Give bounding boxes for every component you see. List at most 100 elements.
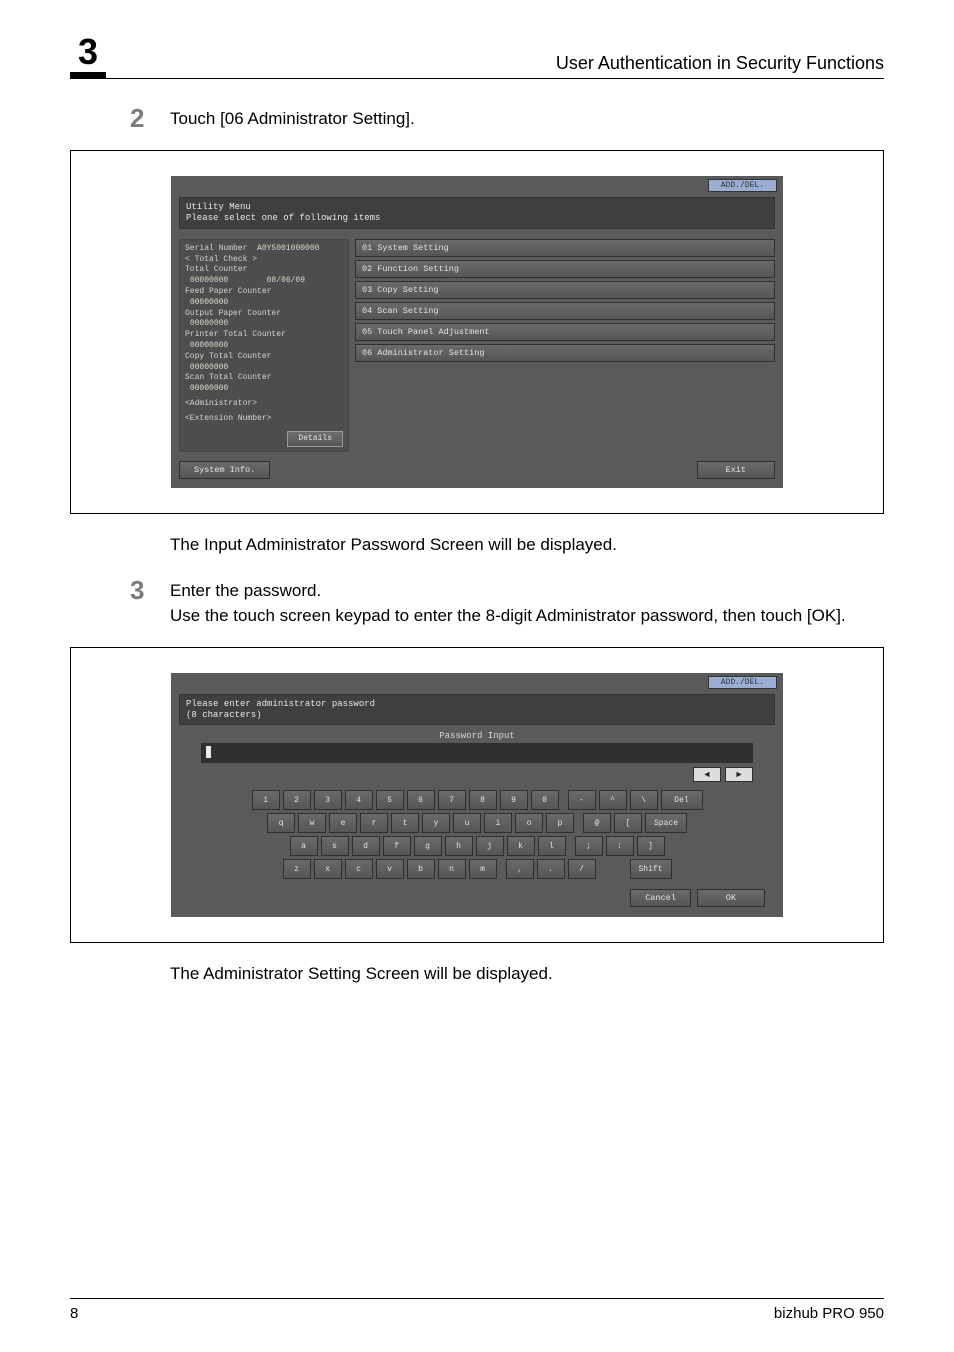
step-text: Enter the password. Use the touch screen… [170, 576, 846, 629]
key-3[interactable]: 3 [314, 790, 342, 810]
key-shift[interactable]: Shift [630, 859, 672, 879]
date-value: 08/06/09 [267, 276, 305, 285]
page-footer: 8 bizhub PRO 950 [70, 1298, 884, 1322]
key-[interactable]: - [568, 790, 596, 810]
key-i[interactable]: i [484, 813, 512, 833]
key-d[interactable]: d [352, 836, 380, 856]
key-5[interactable]: 5 [376, 790, 404, 810]
touch-panel: ADD./DEL. Utility Menu Please select one… [171, 176, 783, 488]
key-del[interactable]: Del [661, 790, 703, 810]
key-p[interactable]: p [546, 813, 574, 833]
key-2[interactable]: 2 [283, 790, 311, 810]
page-number: 8 [70, 1305, 78, 1322]
key-[interactable]: : [606, 836, 634, 856]
serial-label: Serial Number [185, 244, 247, 253]
cancel-button[interactable]: Cancel [630, 889, 691, 907]
copy-label: Copy Total Counter [185, 352, 343, 363]
key-y[interactable]: y [422, 813, 450, 833]
total-counter-label: Total Counter [185, 265, 343, 276]
details-button[interactable]: Details [287, 431, 343, 448]
password-field[interactable] [201, 743, 753, 763]
scan-value: 00000000 [190, 384, 228, 393]
total-counter-value: 00000000 [190, 276, 228, 285]
key-s[interactable]: s [321, 836, 349, 856]
menu-copy-setting[interactable]: 03 Copy Setting [355, 281, 775, 299]
key-r[interactable]: r [360, 813, 388, 833]
key-k[interactable]: k [507, 836, 535, 856]
key-n[interactable]: n [438, 859, 466, 879]
key-[interactable]: [ [614, 813, 642, 833]
key-c[interactable]: c [345, 859, 373, 879]
scan-label: Scan Total Counter [185, 373, 343, 384]
menu-scan-setting[interactable]: 04 Scan Setting [355, 302, 775, 320]
key-b[interactable]: b [407, 859, 435, 879]
key-v[interactable]: v [376, 859, 404, 879]
key-[interactable]: ^ [599, 790, 627, 810]
key-7[interactable]: 7 [438, 790, 466, 810]
key-8[interactable]: 8 [469, 790, 497, 810]
key-h[interactable]: h [445, 836, 473, 856]
key-0[interactable]: 0 [531, 790, 559, 810]
step-2: 2 Touch [06 Administrator Setting]. [130, 104, 884, 133]
add-del-button[interactable]: ADD./DEL. [708, 179, 777, 192]
key-z[interactable]: z [283, 859, 311, 879]
touch-panel: ADD./DEL. Please enter administrator pas… [171, 673, 783, 918]
cursor-right-button[interactable]: ► [725, 767, 753, 782]
message-box: Please enter administrator password (8 c… [179, 694, 775, 726]
key-a[interactable]: a [290, 836, 318, 856]
output-value: 00000000 [190, 319, 228, 328]
key-9[interactable]: 9 [500, 790, 528, 810]
key-[interactable]: ] [637, 836, 665, 856]
key-t[interactable]: t [391, 813, 419, 833]
key-f[interactable]: f [383, 836, 411, 856]
key-q[interactable]: q [267, 813, 295, 833]
key-g[interactable]: g [414, 836, 442, 856]
key-[interactable]: . [537, 859, 565, 879]
key-1[interactable]: 1 [252, 790, 280, 810]
key-x[interactable]: x [314, 859, 342, 879]
message-box: Utility Menu Please select one of follow… [179, 197, 775, 229]
key-6[interactable]: 6 [407, 790, 435, 810]
serial-value: A0Y5001000000 [257, 244, 319, 253]
key-e[interactable]: e [329, 813, 357, 833]
output-label: Output Paper Counter [185, 309, 343, 320]
exit-button[interactable]: Exit [697, 461, 775, 479]
key-w[interactable]: w [298, 813, 326, 833]
menu-system-setting[interactable]: 01 System Setting [355, 239, 775, 257]
screenshot-password-input: ADD./DEL. Please enter administrator pas… [70, 647, 884, 944]
key-4[interactable]: 4 [345, 790, 373, 810]
chapter-header: 3 User Authentication in Security Functi… [70, 30, 884, 79]
ok-button[interactable]: OK [697, 889, 765, 907]
message-line: Please select one of following items [186, 213, 768, 224]
screenshot-utility-menu: ADD./DEL. Utility Menu Please select one… [70, 150, 884, 514]
key-[interactable]: , [506, 859, 534, 879]
step-3: 3 Enter the password. Use the touch scre… [130, 576, 884, 629]
cursor-left-button[interactable]: ◄ [693, 767, 721, 782]
key-u[interactable]: u [453, 813, 481, 833]
printer-value: 00000000 [190, 341, 228, 350]
menu-touch-panel-adjustment[interactable]: 05 Touch Panel Adjustment [355, 323, 775, 341]
step-2-followup: The Input Administrator Password Screen … [170, 532, 884, 558]
feed-label: Feed Paper Counter [185, 287, 343, 298]
key-m[interactable]: m [469, 859, 497, 879]
on-screen-keyboard: 1234567890-^\Del qwertyuiop @[Space asdfg… [189, 790, 765, 879]
menu-administrator-setting[interactable]: 06 Administrator Setting [355, 344, 775, 362]
key-[interactable]: ; [575, 836, 603, 856]
add-del-button[interactable]: ADD./DEL. [708, 676, 777, 689]
key-l[interactable]: l [538, 836, 566, 856]
system-info-button[interactable]: System Info. [179, 461, 270, 479]
key-[interactable]: @ [583, 813, 611, 833]
chapter-number: 3 [70, 30, 106, 78]
step-number: 3 [130, 576, 170, 629]
message-line: (8 characters) [186, 710, 768, 721]
administrator-label: <Administrator> [185, 399, 343, 410]
key-[interactable]: / [568, 859, 596, 879]
key-[interactable]: \ [630, 790, 658, 810]
key-o[interactable]: o [515, 813, 543, 833]
step-3-line2: Use the touch screen keypad to enter the… [170, 606, 846, 625]
key-j[interactable]: j [476, 836, 504, 856]
menu-function-setting[interactable]: 02 Function Setting [355, 260, 775, 278]
step-3-followup: The Administrator Setting Screen will be… [170, 961, 884, 987]
info-column: Serial Number A0Y5001000000 < Total Chec… [179, 239, 349, 453]
key-space[interactable]: Space [645, 813, 687, 833]
